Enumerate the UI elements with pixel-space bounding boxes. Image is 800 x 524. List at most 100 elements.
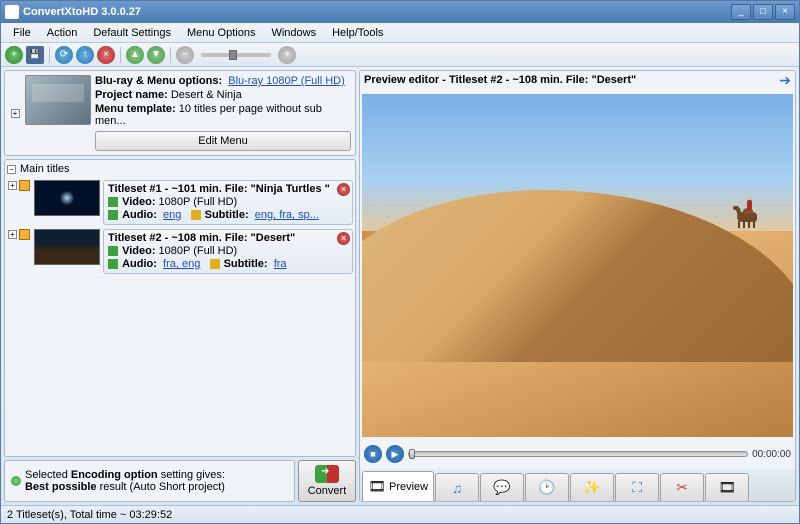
- tab-subtitle[interactable]: 💬: [480, 473, 524, 501]
- menu-action[interactable]: Action: [39, 25, 86, 41]
- video-line: Video: 1080P (Full HD): [108, 245, 348, 258]
- main-titles-label: Main titles: [20, 163, 70, 175]
- main-titles-panel: − Main titles + × Titleset #1 - ~101 min…: [4, 159, 356, 457]
- menu-file[interactable]: File: [5, 25, 39, 41]
- film-icon: 🎞: [368, 478, 386, 496]
- project-name-row: Project name: Desert & Ninja: [95, 89, 351, 101]
- remove-titleset-button[interactable]: ×: [337, 183, 350, 196]
- menu-template-row: Menu template: 10 titles per page withou…: [95, 103, 351, 127]
- separator: [120, 47, 121, 63]
- preview-viewport[interactable]: [362, 94, 793, 437]
- zoom-slider[interactable]: [201, 53, 271, 57]
- stop-button[interactable]: ■: [364, 445, 382, 463]
- video-line: Video: 1080P (Full HD): [108, 196, 348, 209]
- edit-menu-button[interactable]: Edit Menu: [95, 131, 351, 151]
- titleset-row[interactable]: + × Titleset #1 - ~101 min. File: "Ninja…: [5, 178, 355, 227]
- preview-header: Preview editor - Titleset #2 - ~108 min.…: [360, 71, 795, 89]
- bluray-link[interactable]: Blu-ray 1080P (Full HD): [228, 75, 345, 87]
- menu-help[interactable]: Help/Tools: [324, 25, 391, 41]
- menu-menu-options[interactable]: Menu Options: [179, 25, 263, 41]
- slider-thumb[interactable]: [229, 50, 237, 60]
- preview-title: Preview editor - Titleset #2 - ~108 min.…: [364, 74, 779, 86]
- titleset-row[interactable]: + × Titleset #2 - ~108 min. File: "Deser…: [5, 227, 355, 276]
- menu-windows[interactable]: Windows: [263, 25, 324, 41]
- audio-icon: [108, 210, 118, 220]
- status-dot-icon: [11, 476, 21, 486]
- audio-link[interactable]: eng: [163, 209, 181, 221]
- tab-preview[interactable]: 🎞 Preview: [362, 471, 434, 501]
- project-name-value: Desert & Ninja: [171, 89, 242, 101]
- audio-link[interactable]: fra, eng: [163, 258, 200, 270]
- film-icon: [19, 229, 30, 240]
- titleset-thumbnail[interactable]: [34, 180, 100, 216]
- preview-forward-button[interactable]: ➔: [779, 72, 791, 89]
- move-down-button[interactable]: ▼: [147, 46, 165, 64]
- statusbar: 2 Titleset(s), Total time ~ 03:29:52: [1, 505, 799, 523]
- maximize-button[interactable]: □: [753, 4, 773, 20]
- subtitle-link[interactable]: eng, fra, sp...: [255, 209, 319, 221]
- window-title: ConvertXtoHD 3.0.0.27: [23, 6, 731, 18]
- menu-thumbnail[interactable]: [25, 75, 91, 125]
- app-window: ConvertXtoHD 3.0.0.27 _ □ × File Action …: [0, 0, 800, 524]
- subtitle-icon: [210, 259, 220, 269]
- audio-label: Audio:: [122, 258, 157, 270]
- refresh-button[interactable]: ⟳: [55, 46, 73, 64]
- tab-audio[interactable]: ♫: [435, 473, 479, 501]
- expand-button[interactable]: +: [11, 109, 20, 118]
- audio-subtitle-line: Audio: fra, eng Subtitle: fra: [108, 258, 348, 271]
- zoom-in-button[interactable]: +: [278, 46, 296, 64]
- subtitle-label: Subtitle:: [224, 258, 268, 270]
- titleset-header: Titleset #1 - ~101 min. File: "Ninja Tur…: [108, 183, 330, 195]
- encoding-status-text: Selected Encoding option setting gives: …: [25, 469, 225, 493]
- tab-cut[interactable]: ✂: [660, 473, 704, 501]
- convert-button[interactable]: Convert: [298, 460, 356, 502]
- add-button[interactable]: +: [5, 46, 23, 64]
- filmstrip-icon: 🎞: [718, 479, 736, 497]
- titleset-thumbnail[interactable]: [34, 229, 100, 265]
- remove-button[interactable]: ×: [97, 46, 115, 64]
- film-icon: [19, 180, 30, 191]
- close-button[interactable]: ×: [775, 4, 795, 20]
- collapse-button[interactable]: −: [7, 165, 16, 174]
- toolbar: + 💾 ⟳ ↑ × ▲ ▼ − +: [1, 43, 799, 67]
- titleset-info: × Titleset #2 - ~108 min. File: "Desert"…: [103, 229, 353, 274]
- statusbar-text: 2 Titleset(s), Total time ~ 03:29:52: [7, 509, 172, 521]
- titlebar[interactable]: ConvertXtoHD 3.0.0.27 _ □ ×: [1, 1, 799, 23]
- preview-subject: [725, 200, 759, 228]
- project-name-label: Project name:: [95, 89, 168, 101]
- time-display: 00:00:00: [752, 449, 791, 460]
- tab-brightness[interactable]: ✨: [570, 473, 614, 501]
- video-icon: [108, 246, 118, 256]
- convert-label: Convert: [308, 485, 347, 497]
- expand-button[interactable]: +: [8, 181, 17, 190]
- tab-merge[interactable]: 🎞: [705, 473, 749, 501]
- menu-default-settings[interactable]: Default Settings: [85, 25, 179, 41]
- audio-subtitle-line: Audio: eng Subtitle: eng, fra, sp...: [108, 209, 348, 222]
- tab-chapters[interactable]: 🕑: [525, 473, 569, 501]
- remove-titleset-button[interactable]: ×: [337, 232, 350, 245]
- playback-bar: ■ ▶ 00:00:00: [360, 442, 795, 466]
- menubar: File Action Default Settings Menu Option…: [1, 23, 799, 43]
- main-titles-header: − Main titles: [5, 160, 355, 178]
- minimize-button[interactable]: _: [731, 4, 751, 20]
- preview-pane: Preview editor - Titleset #2 - ~108 min.…: [359, 70, 796, 502]
- seek-slider[interactable]: [408, 451, 748, 457]
- video-label: Video:: [122, 196, 155, 208]
- zoom-out-button[interactable]: −: [176, 46, 194, 64]
- save-button[interactable]: 💾: [26, 46, 44, 64]
- tab-crop[interactable]: ⛶: [615, 473, 659, 501]
- video-value: 1080P (Full HD): [159, 245, 238, 257]
- up-button[interactable]: ↑: [76, 46, 94, 64]
- subtitle-link[interactable]: fra: [274, 258, 287, 270]
- left-pane: + Blu-ray & Menu options: Blu-ray 1080P …: [4, 70, 356, 502]
- encoding-status-panel: Selected Encoding option setting gives: …: [4, 460, 295, 502]
- play-button[interactable]: ▶: [386, 445, 404, 463]
- titleset-info: × Titleset #1 - ~101 min. File: "Ninja T…: [103, 180, 353, 225]
- seek-thumb[interactable]: [409, 449, 415, 459]
- subtitle-icon: [191, 210, 201, 220]
- app-icon: [5, 5, 19, 19]
- project-panel: + Blu-ray & Menu options: Blu-ray 1080P …: [4, 70, 356, 156]
- expand-button[interactable]: +: [8, 230, 17, 239]
- move-up-button[interactable]: ▲: [126, 46, 144, 64]
- convert-icon: [315, 465, 339, 483]
